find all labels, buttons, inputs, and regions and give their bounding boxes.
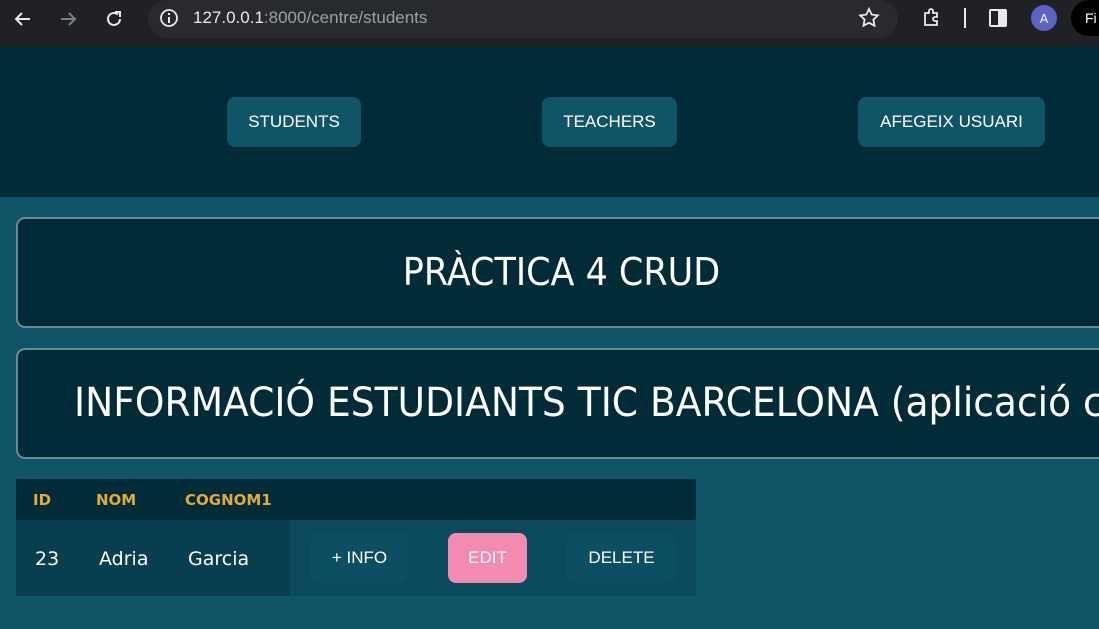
page-subtitle: INFORMACIÓ ESTUDIANTS TIC BARCELONA (apl… bbox=[74, 380, 1099, 426]
site-info-icon[interactable] bbox=[158, 7, 180, 29]
info-button[interactable]: + INFO bbox=[311, 533, 408, 583]
column-header-cognom1: COGNOM1 bbox=[185, 491, 272, 509]
reload-icon[interactable] bbox=[101, 6, 127, 32]
cell-id: 23 bbox=[35, 548, 60, 570]
forward-icon[interactable] bbox=[55, 6, 81, 32]
column-header-nom: NOM bbox=[96, 491, 137, 509]
table-header: ID NOM COGNOM1 bbox=[16, 479, 696, 520]
students-table: ID NOM COGNOM1 23 Adria Garcia + INFO ED… bbox=[16, 479, 696, 596]
top-navigation: STUDENTS TEACHERS AFEGEIX USUARI bbox=[0, 47, 1099, 197]
back-icon[interactable] bbox=[10, 6, 36, 32]
column-header-id: ID bbox=[33, 491, 52, 509]
table-row: 23 Adria Garcia + INFO EDIT DELETE bbox=[16, 520, 696, 596]
cell-nom: Adria bbox=[99, 548, 149, 570]
toolbar-divider bbox=[964, 8, 966, 28]
profile-chip[interactable]: Fi bbox=[1071, 0, 1099, 36]
teachers-button[interactable]: TEACHERS bbox=[542, 97, 677, 147]
page-title-box: PRÀCTICA 4 CRUD bbox=[16, 217, 1099, 328]
students-button[interactable]: STUDENTS bbox=[227, 97, 361, 147]
delete-button[interactable]: DELETE bbox=[567, 533, 676, 583]
page-subtitle-box: INFORMACIÓ ESTUDIANTS TIC BARCELONA (apl… bbox=[16, 348, 1099, 459]
add-user-button[interactable]: AFEGEIX USUARI bbox=[858, 97, 1045, 147]
url-path: :8000/centre/students bbox=[263, 8, 428, 27]
side-panel-icon[interactable] bbox=[986, 6, 1010, 30]
edit-button[interactable]: EDIT bbox=[448, 533, 527, 583]
profile-avatar[interactable]: A bbox=[1031, 5, 1057, 31]
url-host: 127.0.0.1 bbox=[193, 8, 264, 27]
extensions-icon[interactable] bbox=[920, 6, 944, 30]
page-title: PRÀCTICA 4 CRUD bbox=[402, 250, 720, 294]
url-text[interactable]: 127.0.0.1:8000/centre/students bbox=[193, 8, 427, 28]
cell-cognom1: Garcia bbox=[188, 548, 250, 570]
bookmark-star-icon[interactable] bbox=[857, 6, 881, 30]
browser-toolbar: 127.0.0.1:8000/centre/students A Fi bbox=[0, 0, 1099, 47]
